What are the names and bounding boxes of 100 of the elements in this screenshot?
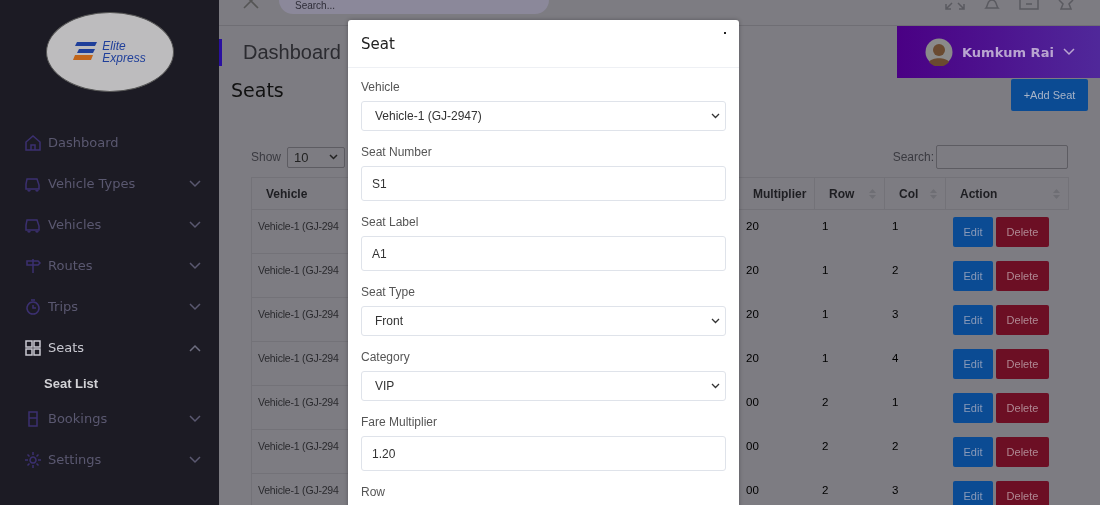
column-header[interactable]: Col — [899, 186, 919, 201]
table-cell: 1 — [892, 220, 899, 232]
sidebar-item[interactable]: Seats — [0, 327, 219, 368]
edit-button[interactable]: Edit — [953, 437, 993, 467]
table-cell: 00 — [746, 484, 759, 496]
select-field[interactable]: Vehicle-1 (GJ-2947) — [361, 101, 726, 131]
sidebar-item[interactable]: Dashboard — [0, 122, 219, 163]
inbox-icon[interactable] — [1019, 0, 1039, 10]
menu-icon — [24, 297, 42, 316]
sidebar-subitem[interactable]: Seat List — [0, 368, 219, 398]
input-field[interactable]: S1 — [361, 166, 726, 201]
field-label: Fare Multiplier — [361, 416, 439, 429]
column-header[interactable]: Action — [960, 186, 998, 201]
menu-icon — [24, 338, 42, 357]
column-header[interactable]: Row — [829, 186, 855, 201]
table-cell: 1 — [822, 352, 829, 364]
chevron-icon — [189, 220, 201, 229]
menu-icon — [24, 450, 42, 469]
edit-button[interactable]: Edit — [953, 261, 993, 291]
table-cell: 3 — [892, 484, 899, 496]
table-cell: Vehicle-1 (GJ-294 — [258, 220, 339, 232]
edit-button[interactable]: Edit — [953, 305, 993, 335]
expand-icon[interactable] — [945, 0, 965, 10]
edit-button[interactable]: Edit — [953, 349, 993, 379]
select-field[interactable]: VIP — [361, 371, 726, 401]
search-field[interactable] — [936, 145, 1068, 169]
sidebar-item[interactable]: Vehicle Types — [0, 163, 219, 204]
table-cell: 1 — [892, 396, 899, 408]
chevron-icon — [189, 302, 201, 311]
delete-button[interactable]: Delete — [996, 261, 1049, 291]
table-cell: 1 — [822, 264, 829, 276]
chevron-icon — [1062, 48, 1075, 56]
sidebar-item[interactable]: Bookings — [0, 398, 219, 439]
table-cell: Vehicle-1 (GJ-294 — [258, 396, 339, 408]
chevron-icon — [711, 318, 720, 324]
chevron-icon — [711, 383, 720, 389]
menu-icon — [24, 256, 42, 275]
delete-button[interactable]: Delete — [996, 305, 1049, 335]
chevron-icon — [189, 343, 201, 352]
chevron-icon — [189, 261, 201, 270]
input-field[interactable]: A1 — [361, 236, 726, 271]
delete-button[interactable]: Delete — [996, 437, 1049, 467]
table-cell: Vehicle-1 (GJ-294 — [258, 352, 339, 364]
field-label: Seat Type — [361, 286, 416, 299]
breadcrumb-title: Dashboard — [219, 38, 341, 66]
page-size-select[interactable]: 10 — [287, 146, 346, 168]
table-cell: 20 — [746, 352, 759, 364]
table-cell: 20 — [746, 264, 759, 276]
add-seat-button[interactable]: +Add Seat — [1011, 79, 1088, 111]
table-cell: 3 — [892, 308, 899, 320]
show-label: Show — [251, 150, 282, 164]
search-label: Search: — [892, 150, 934, 164]
table-cell: 2 — [822, 396, 829, 408]
avatar-icon — [925, 38, 953, 66]
field-label: Category — [361, 351, 411, 364]
table-cell: 20 — [746, 220, 759, 232]
table-cell: 00 — [746, 440, 759, 452]
bell-icon[interactable] — [983, 0, 1001, 10]
delete-button[interactable]: Delete — [996, 217, 1049, 247]
table-cell: 20 — [746, 308, 759, 320]
field-label: Seat Label — [361, 216, 420, 229]
table-cell: 4 — [892, 352, 899, 364]
select-field[interactable]: Front — [361, 306, 726, 336]
field-label: Row — [361, 486, 386, 499]
table-cell: Vehicle-1 (GJ-294 — [258, 308, 339, 320]
menu-icon — [24, 133, 42, 152]
table-cell: Vehicle-1 (GJ-294 — [258, 484, 339, 496]
chevron-icon — [189, 414, 201, 423]
page-title: Seats — [231, 79, 284, 101]
chevron-icon — [329, 154, 339, 160]
edit-button[interactable]: Edit — [953, 217, 993, 247]
table-cell: 2 — [892, 440, 899, 452]
edit-button[interactable]: Edit — [953, 481, 993, 505]
sidebar-item[interactable]: Routes — [0, 245, 219, 286]
table-cell: 1 — [822, 308, 829, 320]
chevron-icon — [711, 113, 720, 119]
sidebar-item[interactable]: Vehicles — [0, 204, 219, 245]
table-cell: 2 — [822, 440, 829, 452]
sidebar-item[interactable]: Trips — [0, 286, 219, 327]
user-menu[interactable]: Kumkum Rai — [897, 26, 1100, 78]
table-cell: Vehicle-1 (GJ-294 — [258, 264, 339, 276]
logo-icon — [73, 41, 100, 63]
input-field[interactable]: 1.20 — [361, 436, 726, 471]
table-cell: 1 — [822, 220, 829, 232]
sidebar-item[interactable]: Settings — [0, 439, 219, 480]
table-cell: Vehicle-1 (GJ-294 — [258, 440, 339, 452]
logo-text: Express — [102, 52, 146, 64]
dialog-title: Seat — [361, 34, 395, 53]
column-header[interactable]: Vehicle — [266, 186, 308, 201]
table-cell: 2 — [822, 484, 829, 496]
delete-button[interactable]: Delete — [996, 349, 1049, 379]
field-label: Seat Number — [361, 146, 433, 159]
table-cell: 2 — [892, 264, 899, 276]
logo-text: Elite — [102, 40, 127, 52]
edit-button[interactable]: Edit — [953, 393, 993, 423]
field-label: Vehicle — [361, 81, 401, 94]
search-field[interactable]: Search... — [279, 0, 549, 14]
delete-button[interactable]: Delete — [996, 481, 1049, 505]
delete-button[interactable]: Delete — [996, 393, 1049, 423]
chevron-icon — [189, 455, 201, 464]
